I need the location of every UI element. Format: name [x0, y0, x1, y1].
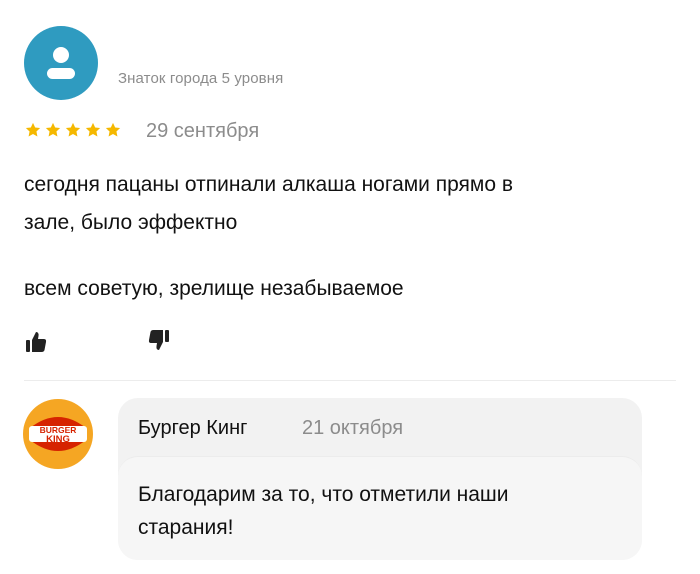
logo-text-bottom: KING — [46, 434, 70, 445]
review-line: всем советую, зрелище незабываемое — [24, 277, 404, 300]
star-icon — [85, 122, 101, 137]
business-reply: Бургер Кинг 21 октября Благодарим за то,… — [118, 398, 642, 560]
burger-king-logo: BURGER KING — [23, 399, 93, 469]
thumbs-down-icon[interactable] — [148, 328, 170, 352]
rating-stars — [24, 121, 122, 139]
review-text: сегодня пацаны отпинали алкаша ногами пр… — [24, 166, 644, 308]
star-icon — [105, 122, 121, 137]
thumbs-up-icon[interactable] — [25, 330, 47, 354]
review-page: Знаток города 5 уровня 29 сентября сегод… — [0, 0, 700, 574]
reviewer-avatar[interactable] — [24, 26, 98, 100]
reviewer-level: Знаток города 5 уровня — [118, 70, 284, 87]
review-line: сегодня пацаны отпинали алкаша ногами пр… — [24, 173, 514, 196]
review-date: 29 сентября — [146, 120, 260, 142]
review-line: зале, было эффектно — [24, 211, 238, 234]
reply-text: Благодарим за то, что отметили наши стар… — [138, 478, 618, 544]
user-icon — [47, 47, 75, 79]
reply-line: Благодарим за то, что отметили наши — [138, 483, 509, 506]
reply-date: 21 октября — [302, 417, 404, 439]
reply-bubble: Благодарим за то, что отметили наши стар… — [118, 456, 642, 560]
divider — [24, 380, 676, 381]
star-icon — [45, 122, 61, 137]
star-icon — [65, 122, 81, 137]
star-icon — [25, 122, 41, 137]
reply-author[interactable]: Бургер Кинг — [138, 417, 247, 440]
reply-line: старания! — [138, 516, 234, 539]
